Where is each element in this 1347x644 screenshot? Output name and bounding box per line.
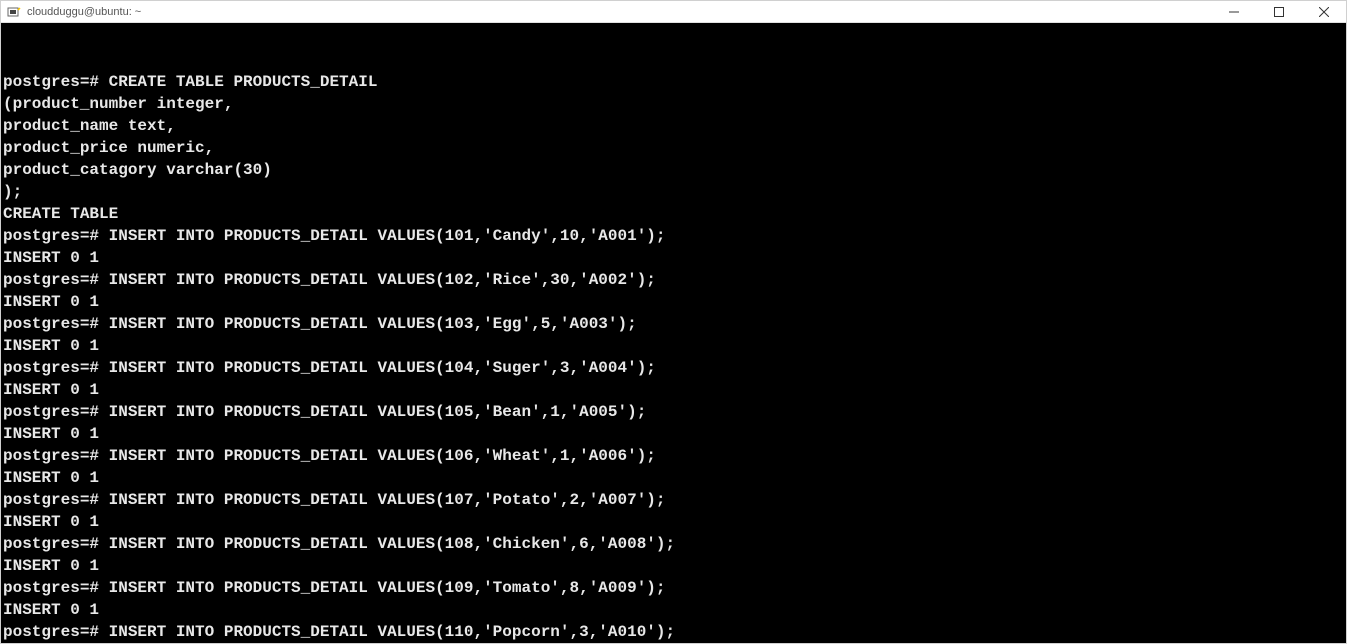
putty-icon <box>7 5 21 19</box>
terminal-window: cloudduggu@ubuntu: ~ postgres=# CREATE T… <box>0 0 1347 644</box>
close-button[interactable] <box>1301 1 1346 22</box>
terminal-line: postgres=# INSERT INTO PRODUCTS_DETAIL V… <box>3 313 1344 335</box>
terminal-line: postgres=# INSERT INTO PRODUCTS_DETAIL V… <box>3 577 1344 599</box>
terminal-line: CREATE TABLE <box>3 203 1344 225</box>
terminal-line: INSERT 0 1 <box>3 423 1344 445</box>
terminal-line: ); <box>3 181 1344 203</box>
titlebar: cloudduggu@ubuntu: ~ <box>1 1 1346 23</box>
minimize-button[interactable] <box>1211 1 1256 22</box>
terminal-line: (product_number integer, <box>3 93 1344 115</box>
window-title: cloudduggu@ubuntu: ~ <box>27 6 1211 18</box>
terminal-line: INSERT 0 1 <box>3 555 1344 577</box>
terminal-line: postgres=# INSERT INTO PRODUCTS_DETAIL V… <box>3 445 1344 467</box>
terminal-line: postgres=# INSERT INTO PRODUCTS_DETAIL V… <box>3 401 1344 423</box>
terminal-line: postgres=# INSERT INTO PRODUCTS_DETAIL V… <box>3 357 1344 379</box>
terminal-line: postgres=# INSERT INTO PRODUCTS_DETAIL V… <box>3 533 1344 555</box>
terminal-line: INSERT 0 1 <box>3 511 1344 533</box>
terminal-line: INSERT 0 1 <box>3 379 1344 401</box>
window-controls <box>1211 1 1346 22</box>
terminal-line: postgres=# CREATE TABLE PRODUCTS_DETAIL <box>3 71 1344 93</box>
maximize-button[interactable] <box>1256 1 1301 22</box>
terminal-line: product_catagory varchar(30) <box>3 159 1344 181</box>
terminal-line: INSERT 0 1 <box>3 335 1344 357</box>
terminal-content[interactable]: postgres=# CREATE TABLE PRODUCTS_DETAIL(… <box>1 23 1346 643</box>
terminal-line: postgres=# INSERT INTO PRODUCTS_DETAIL V… <box>3 269 1344 291</box>
terminal-line: product_name text, <box>3 115 1344 137</box>
terminal-line: INSERT 0 1 <box>3 599 1344 621</box>
terminal-line: INSERT 0 1 <box>3 291 1344 313</box>
terminal-line: postgres=# INSERT INTO PRODUCTS_DETAIL V… <box>3 225 1344 247</box>
terminal-line: INSERT 0 1 <box>3 247 1344 269</box>
terminal-line: postgres=# INSERT INTO PRODUCTS_DETAIL V… <box>3 621 1344 643</box>
terminal-line: product_price numeric, <box>3 137 1344 159</box>
terminal-line: postgres=# INSERT INTO PRODUCTS_DETAIL V… <box>3 489 1344 511</box>
terminal-line: INSERT 0 1 <box>3 467 1344 489</box>
